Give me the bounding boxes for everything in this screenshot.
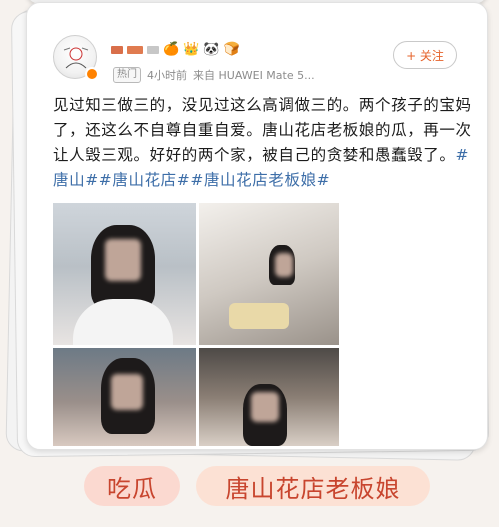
crown-emoji-icon: 👑	[183, 42, 200, 57]
post-photo-1[interactable]	[53, 203, 196, 345]
blurred-face	[105, 239, 141, 281]
username-row[interactable]: 🍊 👑 🐼 🍞	[111, 43, 240, 57]
blurred-face	[275, 253, 293, 277]
post-text: 见过知三做三的，没见过这么高调做三的。两个孩子的宝妈了，还这么不自尊自重自爱。唐…	[53, 96, 472, 164]
hashtag-flower-shop-owner[interactable]: #唐山花店老板娘#	[190, 171, 330, 189]
username-censored-block	[127, 46, 143, 54]
hot-badge: 热门	[113, 67, 141, 83]
post-meta: 热门 4小时前 来自 HUAWEI Mate 5...	[113, 67, 315, 83]
post-source: 来自 HUAWEI Mate 5...	[193, 69, 315, 82]
username-censored-block	[147, 46, 159, 54]
post-photo-4[interactable]	[199, 348, 339, 446]
tag-pill-eat-melon[interactable]: 吃瓜	[84, 466, 180, 506]
blurred-face	[251, 392, 279, 422]
follow-button[interactable]: + 关注	[393, 41, 457, 69]
blurred-face	[111, 374, 143, 410]
post-time: 4小时前	[147, 69, 187, 82]
panda-emoji-icon: 🐼	[203, 42, 220, 57]
post-photo-3[interactable]	[53, 348, 196, 446]
orange-emoji-icon: 🍊	[163, 42, 180, 57]
tag-pill-flower-shop-owner[interactable]: 唐山花店老板娘	[196, 466, 430, 506]
username-censored-block	[111, 46, 123, 54]
weibo-post-card: 🍊 👑 🐼 🍞 热门 4小时前 来自 HUAWEI Mate 5... + 关注…	[26, 2, 488, 450]
post-body: 见过知三做三的，没见过这么高调做三的。两个孩子的宝妈了，还这么不自尊自重自爱。唐…	[53, 93, 477, 193]
bread-emoji-icon: 🍞	[223, 42, 240, 57]
verified-badge-icon	[85, 67, 99, 81]
hashtag-tangshan-flower-shop[interactable]: #唐山花店#	[99, 171, 191, 189]
post-photo-2[interactable]	[199, 203, 339, 345]
